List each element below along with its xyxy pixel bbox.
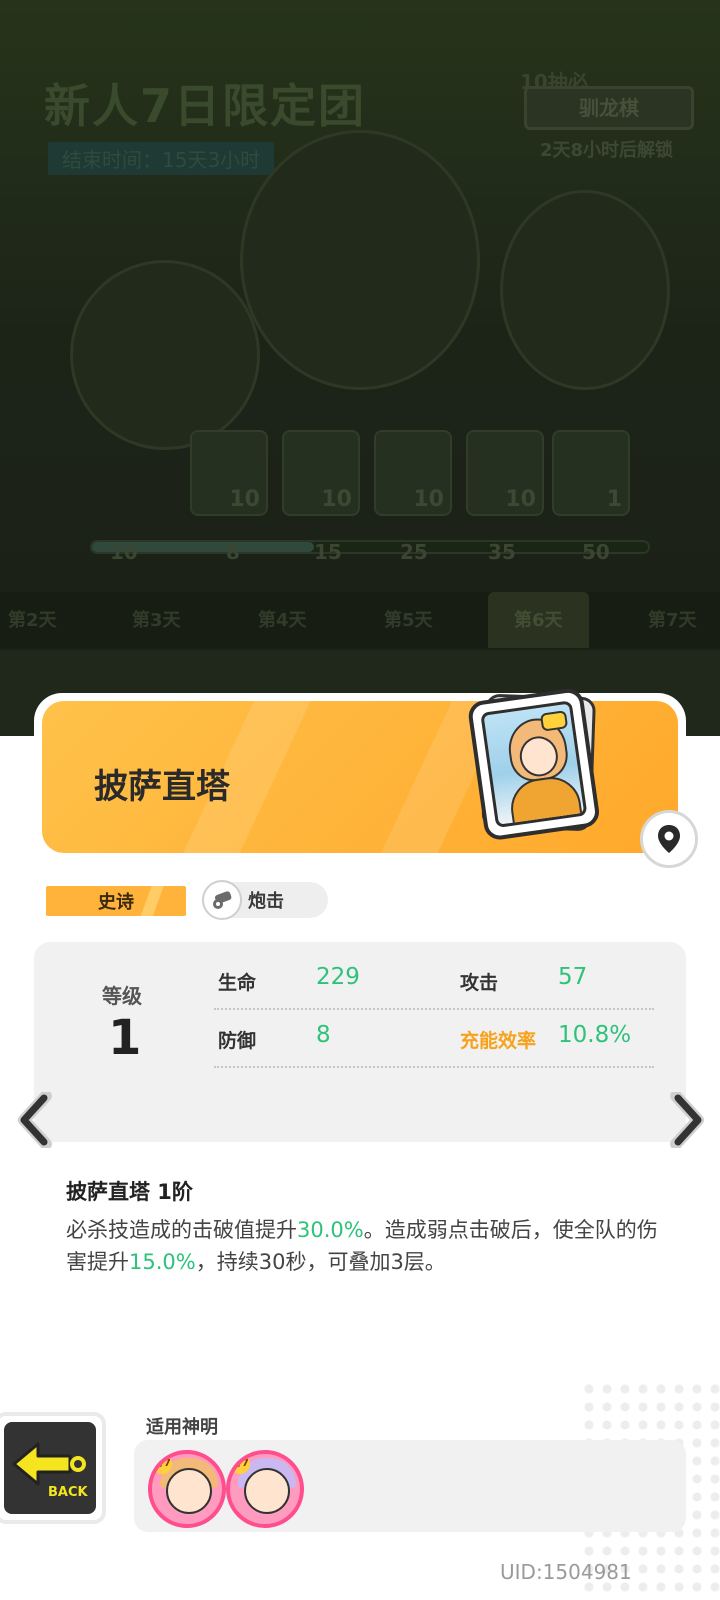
tab-day-6: 第6天	[488, 592, 589, 648]
atk-label: 攻击	[460, 972, 499, 994]
god-avatar[interactable]: 1/7	[148, 1450, 226, 1528]
milestone-label: 50	[582, 540, 610, 564]
tab-day-3: 第3天	[132, 610, 181, 631]
god-avatar[interactable]: 1/7	[226, 1450, 304, 1528]
charge-value: 10.8%	[558, 1022, 632, 1048]
avatar-badge: 1/7	[152, 1454, 172, 1474]
tab-day-4: 第4天	[258, 610, 307, 631]
level-label: 等级	[102, 984, 142, 1008]
event-end-time: 结束时间：15天3小时	[48, 142, 275, 175]
reward-slot: 10	[190, 430, 268, 516]
type-badge: 炮击	[202, 880, 328, 920]
chevron-right-icon	[670, 1092, 704, 1148]
event-reward-track: 10 10 10 10 1 10 8 15 25 35 50	[90, 430, 650, 570]
back-button[interactable]: BACK	[0, 1412, 106, 1524]
type-label: 炮击	[248, 891, 284, 912]
reward-slot: 10	[282, 430, 360, 516]
applicable-gods-label: 适用神明	[146, 1417, 218, 1438]
hp-value: 229	[316, 964, 360, 990]
bg-character-right	[500, 190, 670, 390]
uid-label: UID:1504981	[500, 1560, 632, 1584]
milestone-label: 8	[226, 540, 240, 564]
skill-value: 15.0%	[129, 1250, 196, 1274]
portrait-body	[507, 773, 584, 828]
progress-value: 10	[110, 540, 138, 564]
avatar-badge: 1/7	[230, 1454, 250, 1474]
tab-day-7: 第7天	[648, 610, 697, 631]
item-name: 披萨直塔	[94, 767, 230, 807]
portrait-bow	[539, 710, 569, 732]
event-title: 新人7日限定团	[44, 79, 367, 133]
skill-text: 必杀技造成的击破值提升	[66, 1218, 297, 1242]
avatar-face	[166, 1468, 212, 1514]
avatar-face	[244, 1468, 290, 1514]
atk-value: 57	[558, 964, 588, 990]
charge-label: 充能效率	[460, 1030, 537, 1052]
reward-slot: 1	[552, 430, 630, 516]
back-button-face: BACK	[4, 1422, 96, 1514]
stats-panel: 等级 1 生命 229 攻击 57 防御 8 充能效率 10.8%	[34, 942, 686, 1142]
back-arrow-icon: BACK	[12, 1442, 89, 1500]
reward-slot: 10	[466, 430, 544, 516]
tab-day-5: 第5天	[384, 610, 433, 631]
level-value: 1	[108, 1010, 142, 1066]
event-day-tabs: 第2天 第3天 第4天 第5天 第6天 第7天	[0, 592, 720, 648]
location-pin-icon	[658, 825, 680, 853]
def-label: 防御	[218, 1030, 257, 1052]
bg-character-left	[70, 260, 260, 450]
portrait-card-front	[466, 686, 602, 842]
milestone-label: 35	[488, 540, 516, 564]
next-item-button[interactable]	[668, 1090, 708, 1150]
def-value: 8	[316, 1022, 331, 1048]
prev-item-button[interactable]	[14, 1090, 54, 1150]
event-unlock-text: 2天8小时后解锁	[540, 140, 674, 161]
back-label: BACK	[48, 1485, 89, 1500]
milestone-label: 15	[314, 540, 342, 564]
cannon-icon	[202, 880, 242, 920]
hp-label: 生命	[218, 972, 257, 994]
skill-title: 披萨直塔 1阶	[66, 1180, 193, 1204]
skill-text: ，持续30秒，可叠加3层。	[195, 1250, 446, 1274]
location-button[interactable]	[640, 810, 698, 868]
event-button: 驯龙棋	[524, 86, 694, 130]
skill-value: 30.0%	[297, 1218, 364, 1242]
background-event-screen: 新人7日限定团 结束时间：15天3小时 10抽必 驯龙棋 2天8小时后解锁 10…	[0, 0, 720, 750]
bg-character-center	[240, 130, 480, 390]
stat-row: 防御 8 充能效率 10.8%	[214, 1012, 654, 1068]
stat-row: 生命 229 攻击 57	[214, 954, 654, 1010]
chevron-left-icon	[18, 1092, 52, 1148]
rarity-badge: 史诗	[46, 886, 186, 916]
milestone-label: 25	[400, 540, 428, 564]
tab-day-2: 第2天	[8, 610, 57, 631]
applicable-gods-panel: 1/7 1/7	[134, 1440, 686, 1532]
event-progress-bar	[90, 540, 650, 554]
item-portrait-image	[480, 700, 588, 828]
reward-slot: 10	[374, 430, 452, 516]
item-portrait-card	[460, 682, 610, 849]
skill-description: 必杀技造成的击破值提升30.0%。造成弱点击破后，使全队的伤害提升15.0%，持…	[66, 1214, 676, 1278]
